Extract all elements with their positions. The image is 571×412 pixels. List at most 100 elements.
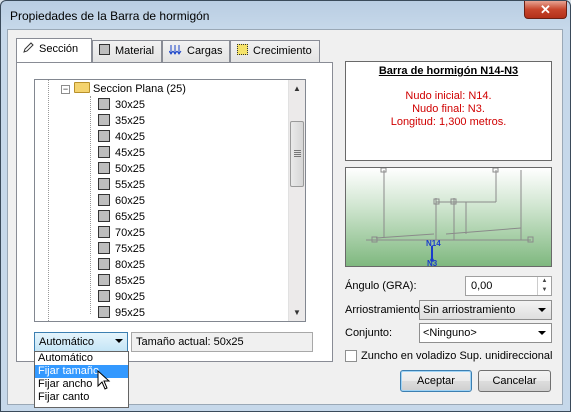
section-square-icon	[98, 194, 110, 206]
tree-item-label: 50x25	[115, 163, 145, 175]
angle-spinner[interactable]: 0,00 ▲ ▼	[465, 276, 552, 296]
dropdown-option[interactable]: Fijar ancho	[35, 378, 128, 391]
tree-item-label: 60x25	[115, 195, 145, 207]
section-square-icon	[98, 274, 110, 286]
tree-folder-label: Seccion Plana (25)	[93, 83, 186, 95]
structure-preview[interactable]: N14 N3	[345, 167, 552, 267]
spin-down-icon[interactable]: ▼	[537, 286, 551, 295]
scroll-up-button[interactable]: ▲	[289, 80, 305, 97]
scroll-thumb[interactable]	[290, 121, 304, 187]
loads-arrows-icon	[169, 45, 182, 55]
tree-item-label: 90x25	[115, 291, 145, 303]
tree-item-label: 30x25	[115, 99, 145, 111]
tree-guide-line	[48, 80, 49, 321]
tab-seccion[interactable]: Sección	[16, 38, 92, 62]
collapse-icon[interactable]: −	[61, 85, 70, 94]
tree-item[interactable]: 55x25	[98, 177, 145, 193]
spin-up-icon[interactable]: ▲	[537, 277, 551, 286]
tab-label: Cargas	[187, 45, 223, 57]
set-label: Conjunto:	[345, 327, 393, 339]
tree-item-label: 85x25	[115, 275, 145, 287]
cantilever-checkbox-label: Zuncho en voladizo Sup. unidireccional	[361, 350, 553, 362]
section-square-icon	[98, 242, 110, 254]
folder-icon	[74, 82, 90, 93]
tree-item[interactable]: 50x25	[98, 161, 145, 177]
tree-guide-line	[90, 96, 91, 314]
tree-item[interactable]: 90x25	[98, 289, 145, 305]
tree-folder-row[interactable]: − Seccion Plana (25)	[61, 81, 186, 97]
tree-item[interactable]: 95x25	[98, 305, 145, 321]
size-mode-value: Automático	[39, 336, 95, 348]
dropdown-option[interactable]: Fijar tamaño	[35, 365, 128, 378]
cancel-button[interactable]: Cancelar	[478, 370, 551, 392]
info-line: Nudo inicial: N14.	[405, 90, 492, 102]
cantilever-checkbox[interactable]	[345, 350, 357, 362]
chevron-down-icon	[115, 339, 123, 343]
section-square-icon	[98, 258, 110, 270]
window-title: Propiedades de la Barra de hormigón	[10, 9, 210, 23]
structure-drawing	[366, 168, 534, 262]
section-square-icon	[98, 210, 110, 222]
chevron-down-icon	[538, 331, 546, 335]
node-label: N3	[427, 259, 438, 267]
mouse-cursor-icon	[97, 370, 111, 390]
tree-item-label: 75x25	[115, 243, 145, 255]
tree-item-label: 95x25	[115, 307, 145, 319]
bracing-value: Sin arriostramiento	[423, 304, 516, 316]
angle-label: Ángulo (GRA):	[345, 280, 417, 292]
tree-item-label: 35x25	[115, 115, 145, 127]
section-tree[interactable]: − Seccion Plana (25) 30x25 35x25 40x25 45x25…	[34, 79, 306, 322]
info-line: Nudo final: N3.	[412, 103, 485, 115]
angle-value: 0,00	[471, 280, 493, 292]
info-line: Longitud: 1,300 metros.	[390, 116, 507, 128]
tab-label: Material	[115, 45, 155, 57]
tab-cargas[interactable]: Cargas	[162, 40, 230, 62]
tree-item-label: 65x25	[115, 211, 145, 223]
section-square-icon	[98, 290, 110, 302]
close-button[interactable]: ✕	[524, 1, 567, 19]
set-select[interactable]: <Ninguno>	[419, 323, 552, 343]
tree-item[interactable]: 45x25	[98, 145, 145, 161]
size-mode-select[interactable]: Automático	[34, 332, 128, 352]
tab-crecimiento[interactable]: Crecimiento	[230, 40, 320, 62]
grip-icon	[294, 150, 301, 151]
section-square-icon	[98, 114, 110, 126]
bar-info-box: Barra de hormigón N14-N3 Nudo inicial: N…	[345, 61, 552, 161]
chevron-down-icon	[538, 308, 546, 312]
growth-dotted-square-icon	[237, 44, 248, 55]
accept-button[interactable]: Aceptar	[400, 370, 472, 392]
bracing-label: Arriostramiento:	[345, 304, 423, 316]
tree-scrollbar[interactable]: ▲ ▼	[288, 80, 305, 321]
bracing-select[interactable]: Sin arriostramiento	[419, 300, 552, 320]
tree-item[interactable]: 75x25	[98, 241, 145, 257]
tree-item-label: 70x25	[115, 227, 145, 239]
set-value: <Ninguno>	[423, 327, 477, 339]
dropdown-option[interactable]: Automático	[35, 352, 128, 365]
pencil-icon	[23, 42, 34, 53]
size-mode-dropdown: Automático Fijar tamaño Fijar ancho Fija…	[34, 351, 129, 408]
section-square-icon	[98, 130, 110, 142]
tree-item[interactable]: 85x25	[98, 273, 145, 289]
tree-item[interactable]: 40x25	[98, 129, 145, 145]
dropdown-option[interactable]: Fijar canto	[35, 391, 128, 404]
tree-item[interactable]: 65x25	[98, 209, 145, 225]
tab-material[interactable]: Material	[92, 40, 162, 62]
current-size-label: Tamaño actual: 50x25	[131, 332, 313, 352]
section-square-icon	[98, 306, 110, 318]
tree-item[interactable]: 60x25	[98, 193, 145, 209]
section-square-icon	[98, 98, 110, 110]
tree-item-label: 40x25	[115, 131, 145, 143]
node-label: N14	[426, 239, 441, 248]
tab-label: Sección	[39, 43, 79, 55]
section-square-icon	[98, 226, 110, 238]
tab-label: Crecimiento	[253, 45, 312, 57]
material-square-icon	[99, 44, 110, 55]
scroll-down-button[interactable]: ▼	[289, 304, 305, 321]
section-square-icon	[98, 146, 110, 158]
tree-item[interactable]: 70x25	[98, 225, 145, 241]
tree-item[interactable]: 80x25	[98, 257, 145, 273]
tree-item[interactable]: 35x25	[98, 113, 145, 129]
tree-item[interactable]: 30x25	[98, 97, 145, 113]
tree-item-label: 45x25	[115, 147, 145, 159]
title-bar[interactable]: Propiedades de la Barra de hormigón ✕	[1, 1, 570, 29]
